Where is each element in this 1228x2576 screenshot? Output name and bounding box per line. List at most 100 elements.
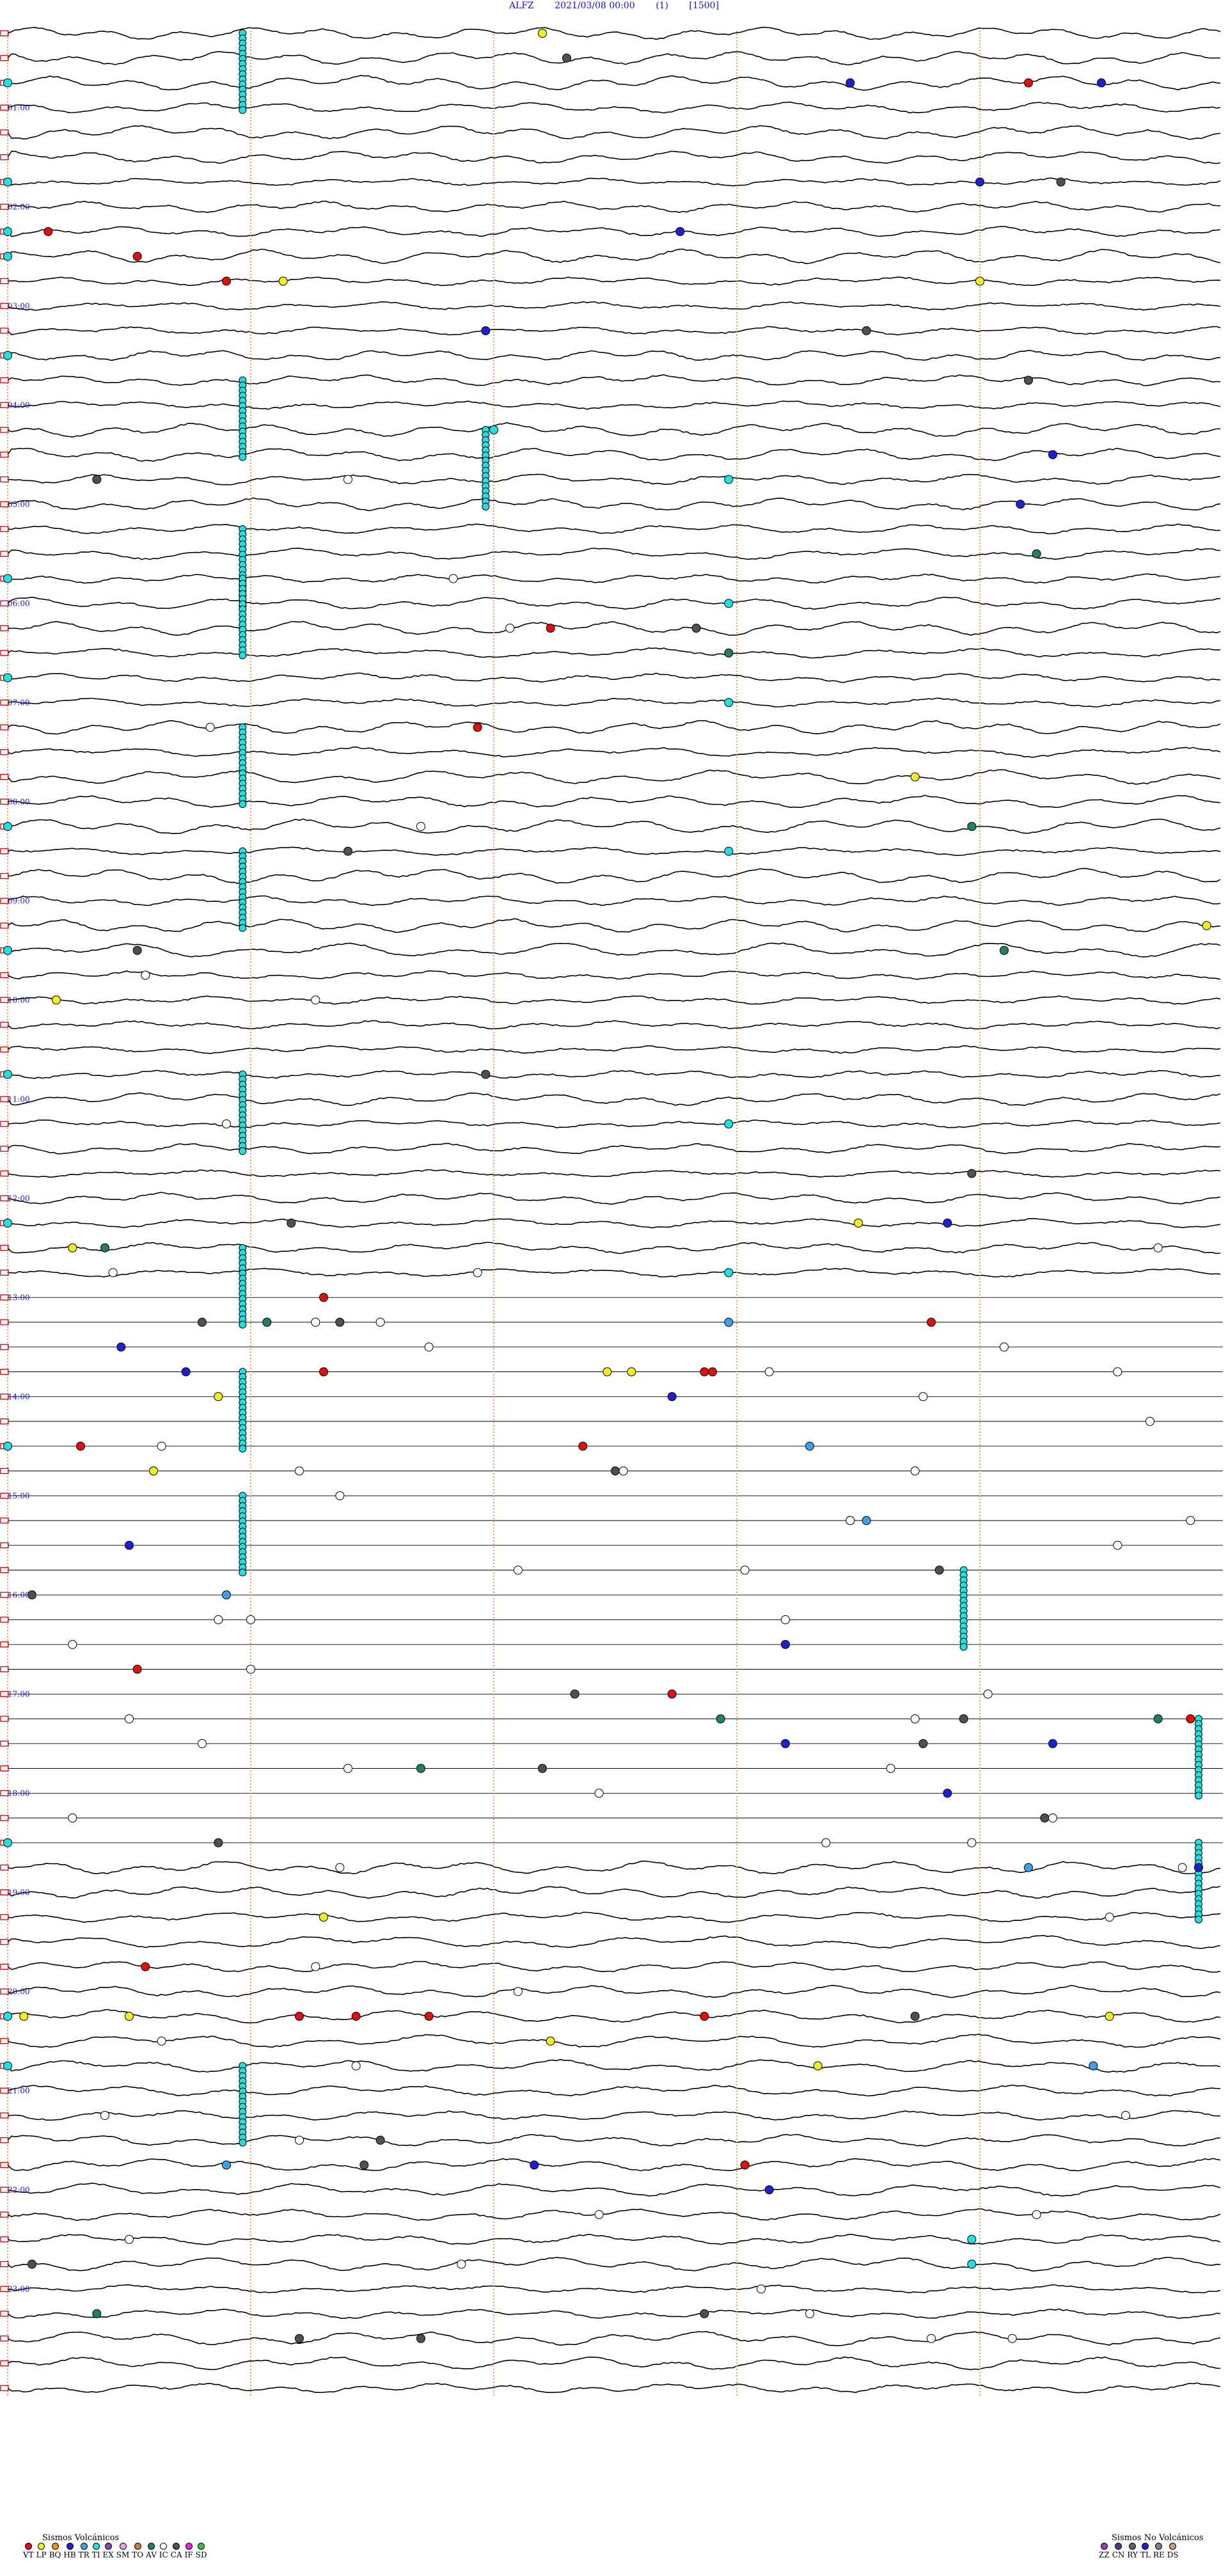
event-marker-ti — [239, 1444, 247, 1453]
trace-row — [7, 1267, 1221, 1278]
trace-row — [7, 2084, 1221, 2097]
trace-row — [7, 1934, 1221, 1949]
trace-row — [7, 200, 1221, 213]
legend-swatch — [1115, 2543, 1122, 2550]
event-marker-ic — [359, 2160, 369, 2170]
event-marker-lp — [975, 276, 984, 286]
trace-row — [7, 75, 1221, 91]
trace-row — [7, 2308, 1221, 2319]
hour-label: 23:00 — [8, 2284, 30, 2293]
trace-row — [8, 2110, 1221, 2121]
trace-row — [7, 2058, 1221, 2073]
legend-nonvolcanic-title: Sismos No Volcánicos — [1112, 2533, 1204, 2543]
legend-item-nv-ry: RY — [1127, 2543, 1138, 2559]
hour-label: 05:00 — [8, 500, 30, 509]
event-marker-ic-open — [424, 1342, 434, 1352]
legend-item-to: TO — [132, 2543, 143, 2559]
event-marker-av — [1032, 549, 1041, 558]
legend-code: SM — [116, 2550, 130, 2559]
event-marker-ic-open — [198, 1739, 207, 1748]
trace-row — [7, 2009, 1221, 2024]
trace-row — [7, 150, 1221, 164]
event-marker-ic-open — [781, 1615, 790, 1624]
event-marker-ic-open — [505, 624, 515, 633]
trace-row — [7, 1984, 1221, 1998]
legend-code: TI — [91, 2550, 100, 2559]
trace-row — [7, 1142, 1221, 1155]
event-marker-ti — [724, 1268, 734, 1277]
trace-row — [7, 374, 1221, 386]
event-marker-ti — [3, 2012, 12, 2021]
event-marker-ic — [691, 624, 701, 633]
event-marker-lp — [214, 1392, 223, 1402]
hour-label: 08:00 — [8, 797, 30, 806]
event-marker-ic-open — [457, 2259, 466, 2269]
trace-row — [7, 2382, 1221, 2394]
event-marker-av — [262, 1318, 272, 1327]
legend-swatch — [173, 2543, 180, 2550]
trace-row — [7, 2158, 1221, 2172]
event-marker-ic-open — [618, 1466, 628, 1476]
event-marker-ic-open — [1186, 1516, 1195, 1525]
legend-code: IF — [184, 2550, 193, 2559]
trace-row — [7, 1070, 1221, 1079]
event-marker-ti — [3, 1441, 12, 1451]
hour-label: 19:00 — [8, 1888, 30, 1897]
event-marker-ti — [1195, 1915, 1202, 1924]
event-marker-lp — [627, 1367, 636, 1377]
legend-code: VT — [23, 2550, 34, 2559]
trace-row — [7, 970, 1221, 980]
event-marker-lp — [319, 1913, 328, 1922]
event-marker-ic-open — [967, 1838, 977, 1847]
event-marker-av — [716, 1714, 725, 1723]
hour-label: 09:00 — [8, 896, 30, 905]
event-marker-ti — [239, 800, 247, 808]
event-marker-ti — [239, 1569, 247, 1577]
event-marker-ti — [3, 227, 12, 236]
trace-row — [7, 942, 1221, 958]
legend-code: DS — [1167, 2550, 1179, 2559]
legend-code: TL — [1140, 2550, 1151, 2559]
event-marker-av — [724, 648, 734, 658]
trace-row — [7, 1860, 1221, 1875]
event-marker-av — [92, 2309, 102, 2318]
trace-row — [7, 1045, 1221, 1054]
event-marker-lp — [52, 995, 61, 1005]
event-marker-av — [1000, 945, 1009, 955]
legend-nonvolcanic: Sismos No Volcánicos ZZ CN RY TL RE DS — [1099, 2533, 1204, 2559]
event-marker-lp — [1202, 921, 1211, 930]
trace-lines — [7, 26, 1223, 2394]
event-marker-ic-open — [1121, 2111, 1130, 2120]
event-marker-tr — [805, 1441, 814, 1451]
event-marker-lp — [813, 2061, 823, 2071]
event-marker-hb — [943, 1789, 952, 1798]
event-marker-ic-open — [1048, 1813, 1057, 1822]
event-marker-ic-open — [205, 723, 215, 732]
event-marker-ic — [918, 1739, 928, 1748]
trace-row — [7, 448, 1221, 462]
event-marker-ic-open — [157, 2036, 166, 2046]
event-marker-ic-open — [68, 1813, 77, 1822]
trace-row — [7, 473, 1221, 486]
event-marker-ic — [335, 1318, 345, 1327]
event-marker-ti — [239, 1147, 247, 1155]
event-marker-vt — [546, 624, 555, 633]
event-marker-ic-open — [222, 1119, 231, 1128]
trace-row — [7, 846, 1221, 857]
event-marker-ic — [92, 475, 102, 484]
event-marker-ic-open — [1105, 1913, 1114, 1922]
event-marker-ic-open — [125, 2234, 134, 2244]
hour-label: 21:00 — [8, 2086, 30, 2095]
legend-swatch — [119, 2543, 127, 2550]
event-marker-ic — [287, 1219, 296, 1228]
event-marker-ti — [724, 1119, 734, 1128]
trace-row — [7, 523, 1221, 535]
event-marker-ic — [1056, 177, 1066, 187]
event-marker-ic-open — [821, 1838, 831, 1847]
trace-row — [7, 1886, 1221, 1899]
event-marker-ic-open — [335, 1863, 345, 1872]
event-marker-ic — [198, 1318, 207, 1327]
event-marker-ic-open — [910, 1466, 920, 1476]
event-marker-ic — [538, 1764, 547, 1773]
event-marker-vt — [222, 276, 231, 286]
